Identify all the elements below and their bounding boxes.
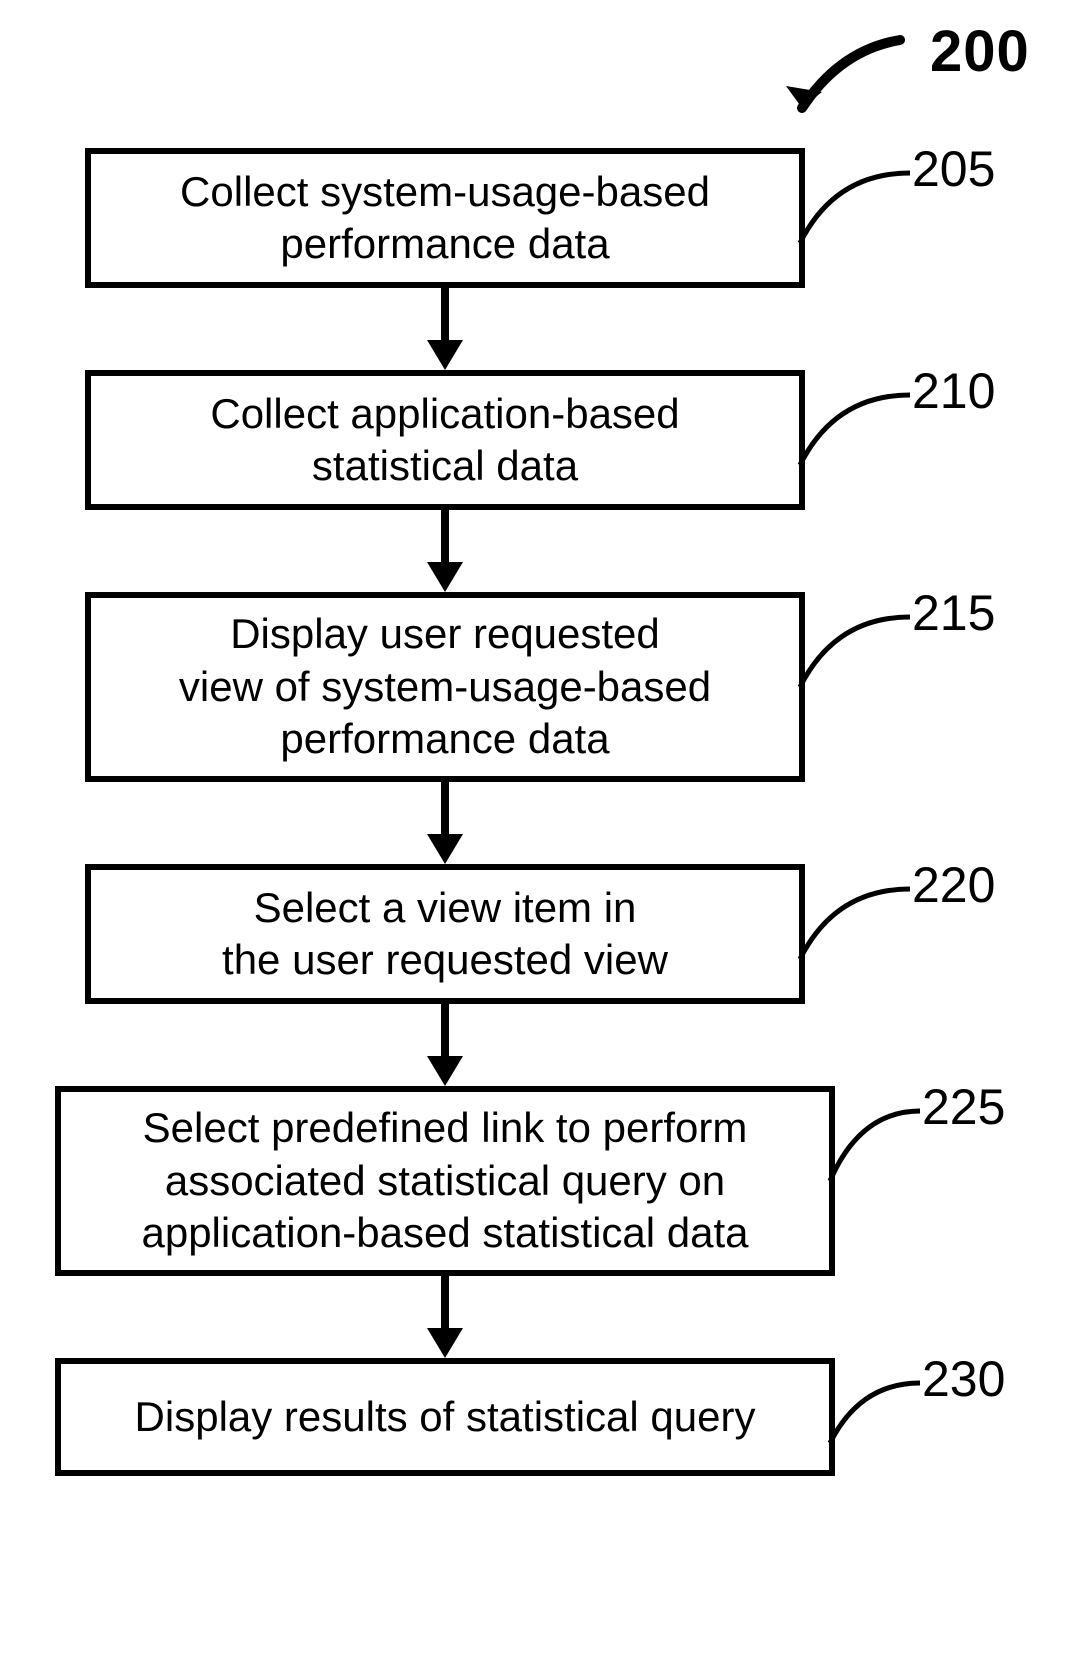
step-text: Display user requestedview of system-usa… xyxy=(179,608,711,766)
connector-curve-icon xyxy=(795,612,915,692)
step-box-210: Collect application-basedstatistical dat… xyxy=(85,370,805,510)
step-box-205: Collect system-usage-basedperformance da… xyxy=(85,148,805,288)
connector-curve-icon xyxy=(795,884,915,964)
step-ref-205: 205 xyxy=(912,140,995,198)
step-ref-210: 210 xyxy=(912,362,995,420)
step-text: Display results of statistical query xyxy=(135,1391,756,1444)
step-ref-215: 215 xyxy=(912,584,995,642)
arrow-down-icon xyxy=(420,288,470,370)
step-box-220: Select a view item inthe user requested … xyxy=(85,864,805,1004)
step-text: Select predefined link to performassocia… xyxy=(141,1102,748,1260)
arrow-down-icon xyxy=(420,510,470,592)
arrow-down-icon xyxy=(420,1004,470,1086)
connector-curve-icon xyxy=(795,390,915,470)
step-box-225: Select predefined link to performassocia… xyxy=(55,1086,835,1276)
arrow-down-icon xyxy=(420,782,470,864)
connector-curve-icon xyxy=(825,1378,925,1448)
flowchart-canvas: 200 Collect system-usage-basedperformanc… xyxy=(0,0,1088,1653)
connector-curve-icon xyxy=(795,168,915,248)
step-box-215: Display user requestedview of system-usa… xyxy=(85,592,805,782)
connector-curve-icon xyxy=(825,1106,925,1186)
step-text: Select a view item inthe user requested … xyxy=(222,882,668,987)
step-box-230: Display results of statistical query xyxy=(55,1358,835,1476)
step-text: Collect application-basedstatistical dat… xyxy=(210,388,679,493)
title-pointer-arrow-icon xyxy=(780,30,910,130)
arrow-down-icon xyxy=(420,1276,470,1358)
diagram-reference-number: 200 xyxy=(930,18,1030,85)
step-text: Collect system-usage-basedperformance da… xyxy=(180,166,710,271)
step-ref-225: 225 xyxy=(922,1078,1005,1136)
step-ref-230: 230 xyxy=(922,1350,1005,1408)
step-ref-220: 220 xyxy=(912,856,995,914)
